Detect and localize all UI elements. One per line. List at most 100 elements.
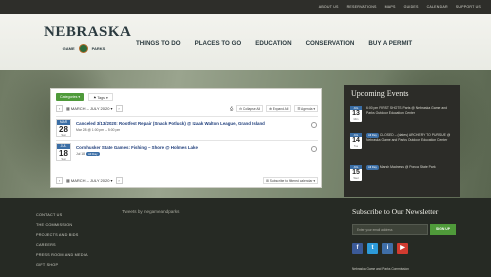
upcoming-event-date: JUL 14 Tue [350, 133, 362, 149]
footer-links: CONTACT US THE COMMISSION PROJECTS AND B… [36, 210, 88, 270]
calendar-month-range[interactable]: ▦ MARCH – JULY 2020 ▾ [66, 106, 113, 111]
next-month-arrow-icon[interactable]: › [115, 104, 123, 112]
event-weekday: Sat [61, 133, 66, 137]
upcoming-event-day: 15 [352, 169, 360, 176]
utility-link-calendar[interactable]: CALENDAR [427, 5, 448, 9]
logo-sub-right: PARKS [91, 46, 106, 51]
upcoming-events-panel: Upcoming Events JUL 13 Mon 6:00 pm FIRST… [344, 85, 460, 197]
footer-link-contact[interactable]: CONTACT US [36, 210, 88, 220]
site-header: NEBRASKA GAME PARKS THINGS TO DO PLACES … [0, 14, 491, 70]
calendar-filters: Categories ▾ ⚑ Tags ▾ [56, 93, 113, 101]
upcoming-event-text: CLOSED – (dates) ARCHERY TO PURSUE @ Neb… [366, 133, 451, 142]
agenda-label: Agenda [301, 106, 313, 111]
utility-link-guides[interactable]: GUIDES [404, 5, 419, 9]
tags-label: Tags [97, 96, 105, 100]
events-calendar: Categories ▾ ⚑ Tags ▾ ‹ ▦ MARCH – JULY 2… [50, 88, 322, 188]
event-weekday: Sat [61, 157, 66, 161]
logo-title: NEBRASKA [44, 24, 132, 40]
nav-things-to-do[interactable]: THINGS TO DO [136, 40, 181, 47]
utility-link-maps[interactable]: MAPS [385, 5, 396, 9]
nav-places-to-go[interactable]: PLACES TO GO [195, 40, 242, 47]
upcoming-events-title: Upcoming Events [351, 89, 409, 98]
month-range-label: MARCH – JULY 2020 [70, 177, 110, 183]
upcoming-event[interactable]: JUL 14 Tue All Day CLOSED – (dates) ARCH… [350, 133, 454, 157]
upcoming-event-weekday: Tue [353, 145, 359, 148]
calendar-pager-bottom: ‹ ▦ MARCH – JULY 2020 ▾ › [56, 176, 123, 184]
prev-month-arrow-icon[interactable]: ‹ [56, 176, 63, 184]
event-title[interactable]: Canceled 3/13/2020: Rootfest Repair (Sna… [76, 121, 265, 126]
nav-education[interactable]: EDUCATION [255, 40, 291, 47]
upcoming-event-weekday: Wed [353, 177, 359, 180]
calendar-event[interactable]: MAR 28 Sat Canceled 3/13/2020: Rootfest … [56, 116, 318, 138]
calendar-footer: ‹ ▦ MARCH – JULY 2020 ▾ › ⊞ Subscribe to… [56, 176, 318, 184]
main-nav: THINGS TO DO PLACES TO GO EDUCATION CONS… [136, 40, 412, 47]
upcoming-event-date: JUL 15 Wed [350, 165, 362, 181]
upcoming-event[interactable]: JUL 13 Mon 6:00 pm FIRST SHOTS Parts @ N… [350, 106, 454, 130]
categories-dropdown[interactable]: Categories ▾ [56, 93, 85, 101]
event-time-row: Jul 18 All Day [76, 152, 100, 156]
logo-sub-left: GAME [62, 46, 75, 51]
all-day-badge: All Day [366, 165, 379, 170]
utility-link-about[interactable]: ABOUT US [319, 5, 339, 9]
upcoming-event-weekday: Mon [353, 118, 359, 121]
categories-label: Categories [60, 95, 78, 99]
calendar-pager: ‹ ▦ MARCH – JULY 2020 ▾ › [56, 104, 123, 112]
event-details-icon[interactable] [311, 122, 317, 128]
facebook-icon[interactable]: f [352, 243, 363, 254]
expand-all-label: Expand All [272, 106, 289, 111]
upcoming-event-text: Marsh Madness @ Ponca State Park [379, 165, 436, 169]
calendar-month-range-bottom[interactable]: ▦ MARCH – JULY 2020 ▾ [66, 178, 113, 183]
nav-conservation[interactable]: CONSERVATION [306, 40, 355, 47]
upcoming-event-day: 14 [352, 137, 360, 144]
collapse-all-button[interactable]: ⊖ Collapse All [236, 104, 264, 112]
footer-organization: Nebraska Game and Parks Commission [352, 267, 409, 271]
calendar-tools: ⎙ ⊖ Collapse All ⊕ Expand All ☰ Agenda ▾ [230, 104, 318, 112]
site-footer: CONTACT US THE COMMISSION PROJECTS AND B… [0, 198, 491, 277]
utility-nav: ABOUT US RESERVATIONS MAPS GUIDES CALEND… [0, 0, 491, 14]
calendar-toolbar: ‹ ▦ MARCH – JULY 2020 ▾ › ⎙ ⊖ Collapse A… [56, 104, 318, 112]
tags-dropdown[interactable]: ⚑ Tags ▾ [88, 93, 113, 101]
all-day-badge: All Day [86, 152, 100, 156]
event-date: JUL 18 Sat [56, 143, 71, 161]
utility-link-support[interactable]: SUPPORT US [456, 5, 481, 9]
prev-month-arrow-icon[interactable]: ‹ [56, 104, 63, 112]
utility-link-reservations[interactable]: RESERVATIONS [347, 5, 377, 9]
expand-all-button[interactable]: ⊕ Expand All [266, 104, 292, 112]
upcoming-event-text[interactable]: 6:00 pm FIRST SHOTS Parts @ Nebraska Gam… [366, 106, 454, 115]
footer-link-gift-shop[interactable]: GIFT SHOP [36, 260, 88, 270]
subscribe-calendar-label: Subscribe to filtered calendar [269, 178, 313, 183]
newsletter-signup-button[interactable]: SIGN UP [430, 224, 456, 235]
footer-link-projects[interactable]: PROJECTS AND BIDS [36, 230, 88, 240]
calendar-event[interactable]: JUL 18 Sat Cornhusker State Games: Fishi… [56, 140, 318, 162]
instagram-icon[interactable]: i [382, 243, 393, 254]
footer-link-commission[interactable]: THE COMMISSION [36, 220, 88, 230]
footer-link-press[interactable]: PRESS ROOM AND MEDIA [36, 250, 88, 260]
upcoming-event-body[interactable]: All Day Marsh Madness @ Ponca State Park [366, 165, 454, 170]
upcoming-event[interactable]: JUL 15 Wed All Day Marsh Madness @ Ponca… [350, 165, 454, 189]
event-date: MAR 28 Sat [56, 119, 71, 137]
upcoming-event-body[interactable]: All Day CLOSED – (dates) ARCHERY TO PURS… [366, 133, 454, 142]
logo-subtitle: GAME PARKS [44, 44, 124, 53]
youtube-icon[interactable]: ▶ [397, 243, 408, 254]
twitter-timeline-link[interactable]: Tweets by negameandparks [122, 209, 179, 214]
subscribe-calendar-button[interactable]: ⊞ Subscribe to filtered calendar ▾ [263, 176, 318, 184]
event-title[interactable]: Cornhusker State Games: Fishing – Shore … [76, 145, 198, 150]
upcoming-event-day: 13 [352, 110, 360, 117]
print-icon[interactable]: ⎙ [230, 106, 233, 111]
event-time: Jul 18 [76, 152, 86, 156]
social-links: f t i ▶ [352, 243, 408, 254]
agenda-view-button[interactable]: ☰ Agenda ▾ [294, 104, 318, 112]
upcoming-event-date: JUL 13 Mon [350, 106, 362, 122]
event-details-icon[interactable] [311, 146, 317, 152]
newsletter-email-input[interactable]: Enter your email address [352, 224, 428, 235]
twitter-icon[interactable]: t [367, 243, 378, 254]
logo-badge-icon [78, 44, 88, 53]
footer-link-careers[interactable]: CAREERS [36, 240, 88, 250]
collapse-all-label: Collapse All [242, 106, 261, 111]
next-month-arrow-icon[interactable]: › [115, 176, 123, 184]
nav-buy-a-permit[interactable]: BUY A PERMIT [368, 40, 412, 47]
newsletter-title: Subscribe to Our Newsletter [352, 207, 439, 216]
site-logo[interactable]: NEBRASKA GAME PARKS [44, 24, 132, 58]
month-range-label: MARCH – JULY 2020 [70, 105, 110, 111]
event-time: Mar 28 @ 1:00 pm – 5:00 pm [76, 128, 121, 132]
